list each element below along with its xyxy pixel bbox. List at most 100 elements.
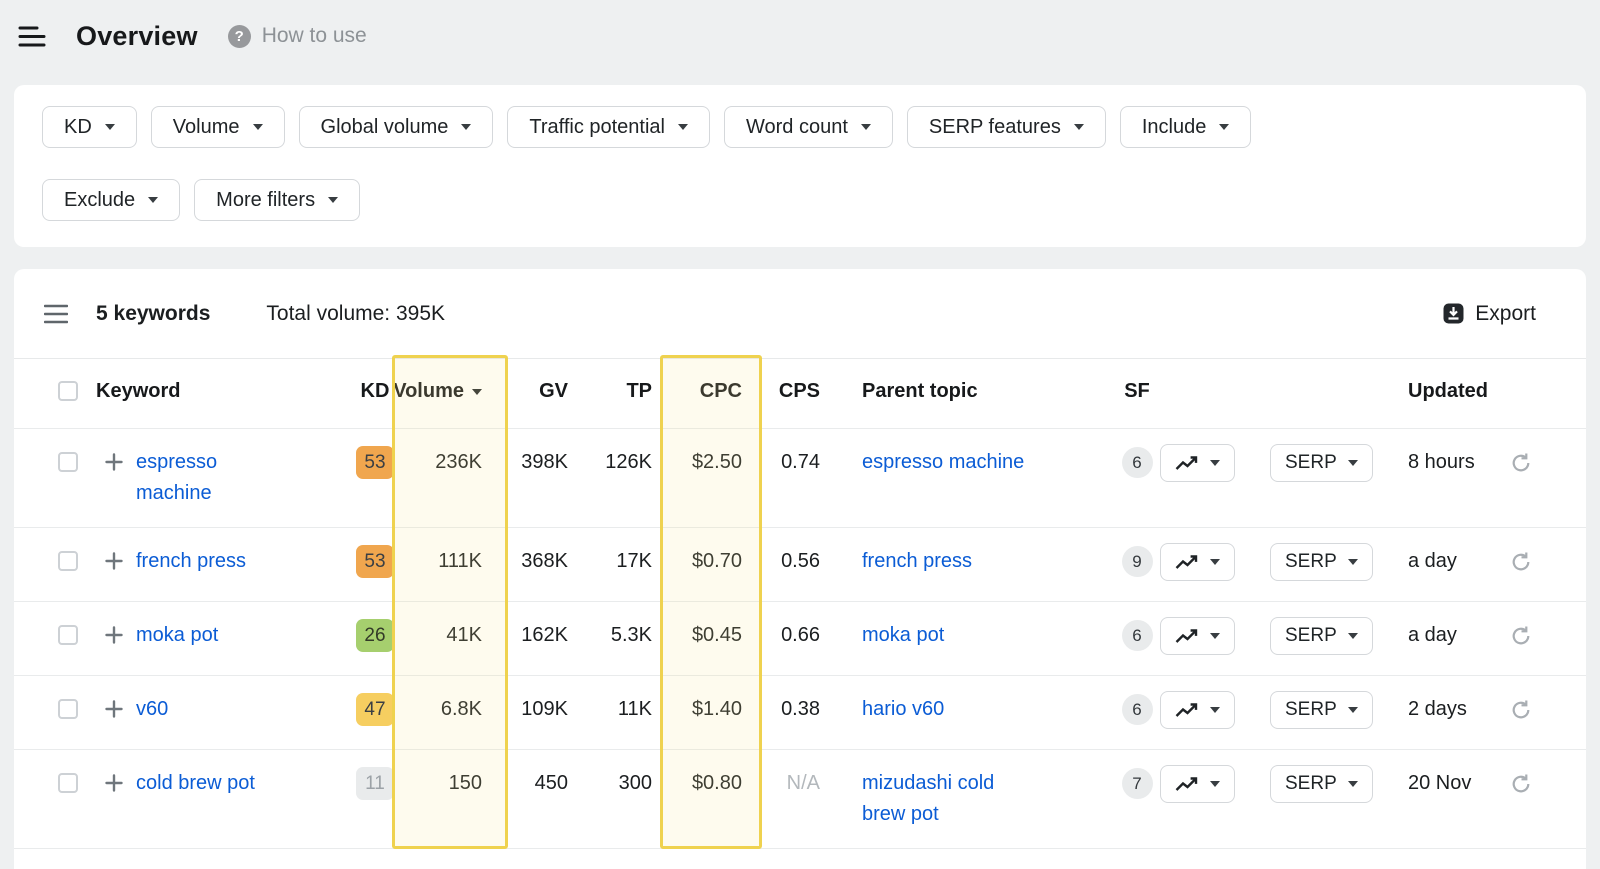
cps-value: 0.56 (781, 550, 820, 572)
chevron-down-icon (1210, 559, 1220, 565)
row-checkbox[interactable] (58, 625, 78, 645)
serp-features-badge: 6 (1121, 694, 1153, 725)
filter-dropdown-button[interactable]: Global volume (298, 106, 494, 148)
filter-dropdown-label: Traffic potential (529, 115, 665, 138)
row-checkbox[interactable] (58, 551, 78, 571)
header-volume[interactable]: Volume (393, 359, 496, 424)
position-history-button[interactable] (1160, 543, 1235, 581)
chevron-down-icon (328, 197, 339, 203)
position-history-button[interactable] (1160, 444, 1235, 482)
position-history-button[interactable] (1160, 617, 1235, 655)
filter-dropdown-label: More filters (216, 188, 316, 211)
refresh-icon[interactable] (1510, 452, 1532, 474)
keyword-link[interactable]: cold brew pot (136, 768, 255, 799)
keywords-table-panel: 5 keywords Total volume: 395K Export Key… (14, 269, 1586, 869)
header-parent-topic[interactable]: Parent topic (834, 359, 1114, 424)
keyword-link[interactable]: v60 (136, 694, 168, 725)
position-history-button[interactable] (1160, 691, 1235, 729)
expand-plus-icon[interactable] (104, 699, 124, 719)
row-checkbox[interactable] (58, 452, 78, 472)
serp-button[interactable]: SERP (1270, 543, 1373, 581)
parent-topic-link[interactable]: mizudashi cold brew pot (862, 768, 1034, 830)
table-toolbar: 5 keywords Total volume: 395K Export (14, 269, 1586, 359)
keyword-link[interactable]: french press (136, 546, 246, 577)
chevron-down-icon (1347, 707, 1358, 713)
refresh-icon[interactable] (1510, 699, 1532, 721)
parent-topic-link[interactable]: espresso machine (862, 447, 1024, 478)
expand-plus-icon[interactable] (104, 773, 124, 793)
table-row: moka pot 26 41K 162K 5.3K $0.45 0.66 mok… (14, 602, 1586, 676)
chevron-down-icon (148, 197, 159, 203)
header-keyword[interactable]: Keyword (96, 359, 350, 424)
serp-button[interactable]: SERP (1270, 691, 1373, 729)
header-gv[interactable]: GV (496, 359, 582, 424)
serp-button[interactable]: SERP (1270, 765, 1373, 803)
filter-dropdown-button[interactable]: Volume (150, 106, 285, 148)
filter-dropdown-label: KD (64, 115, 92, 138)
header-updated[interactable]: Updated (1400, 359, 1510, 424)
topbar: Overview ? How to use (0, 0, 1600, 72)
chevron-down-icon (252, 124, 263, 130)
expand-plus-icon[interactable] (104, 452, 124, 472)
header-cps[interactable]: CPS (756, 359, 834, 424)
filter-dropdown-button[interactable]: Exclude (42, 179, 181, 221)
table-row: espresso machine 53 236K 398K 126K $2.50… (14, 429, 1586, 528)
select-all-checkbox[interactable] (58, 381, 78, 401)
header-sf[interactable]: SF (1114, 359, 1160, 424)
table-row: v60 47 6.8K 109K 11K $1.40 0.38 hario v6… (14, 676, 1586, 750)
chevron-down-icon (1210, 707, 1220, 713)
sort-desc-icon (472, 388, 482, 395)
keyword-link[interactable]: espresso machine (136, 447, 291, 509)
filter-dropdown-button[interactable]: Include (1119, 106, 1252, 148)
row-checkbox[interactable] (58, 773, 78, 793)
updated-value: 20 Nov (1408, 772, 1472, 794)
filters-row-2: Exclude More filters (42, 179, 1558, 221)
filter-dropdown-button[interactable]: More filters (194, 179, 361, 221)
menu-icon[interactable] (18, 25, 46, 48)
table-body: espresso machine 53 236K 398K 126K $2.50… (14, 429, 1586, 849)
serp-features-badge: 6 (1121, 620, 1153, 651)
chevron-down-icon (1347, 559, 1358, 565)
position-history-button[interactable] (1160, 765, 1235, 803)
parent-topic-link[interactable]: hario v60 (862, 694, 944, 725)
row-checkbox[interactable] (58, 699, 78, 719)
filter-dropdown-label: Word count (745, 115, 848, 138)
how-to-use-link[interactable]: ? How to use (227, 24, 367, 48)
cps-value: 0.74 (781, 451, 820, 473)
serp-button[interactable]: SERP (1270, 617, 1373, 655)
export-button[interactable]: Export (1443, 302, 1536, 326)
chevron-down-icon (1347, 781, 1358, 787)
filter-dropdown-label: Global volume (320, 115, 449, 138)
volume-value: 41K (446, 624, 482, 646)
cps-value: 0.38 (781, 698, 820, 720)
filter-dropdown-button[interactable]: Word count (723, 106, 893, 148)
refresh-icon[interactable] (1510, 773, 1532, 795)
chevron-down-icon (677, 124, 688, 130)
table-row: french press 53 111K 368K 17K $0.70 0.56… (14, 528, 1586, 602)
filter-dropdown-button[interactable]: SERP features (906, 106, 1106, 148)
keywords-count: 5 keywords (96, 301, 211, 325)
table-header-row: Keyword KD Volume GV TP CPC CPS Parent t… (14, 359, 1586, 429)
filters-panel: KD Volume Global volume Traffic potentia… (14, 85, 1586, 247)
serp-button[interactable]: SERP (1270, 444, 1373, 482)
header-cpc[interactable]: CPC (666, 359, 756, 424)
chevron-down-icon (461, 124, 472, 130)
list-settings-icon[interactable] (44, 304, 68, 324)
filters-row-1: KD Volume Global volume Traffic potentia… (42, 106, 1558, 148)
kd-badge: 47 (356, 693, 394, 726)
header-tp[interactable]: TP (582, 359, 666, 424)
expand-plus-icon[interactable] (104, 551, 124, 571)
tp-value: 300 (618, 772, 652, 794)
refresh-icon[interactable] (1510, 551, 1532, 573)
parent-topic-link[interactable]: moka pot (862, 620, 944, 651)
filter-dropdown-button[interactable]: KD (42, 106, 137, 148)
filter-dropdown-button[interactable]: Traffic potential (507, 106, 710, 148)
expand-plus-icon[interactable] (104, 625, 124, 645)
refresh-icon[interactable] (1510, 625, 1532, 647)
trend-chart-icon (1175, 628, 1199, 644)
tp-value: 17K (616, 550, 652, 572)
keyword-link[interactable]: moka pot (136, 620, 218, 651)
table-row: cold brew pot 11 150 450 300 $0.80 N/A m… (14, 750, 1586, 849)
parent-topic-link[interactable]: french press (862, 546, 972, 577)
header-serp (1270, 359, 1400, 393)
